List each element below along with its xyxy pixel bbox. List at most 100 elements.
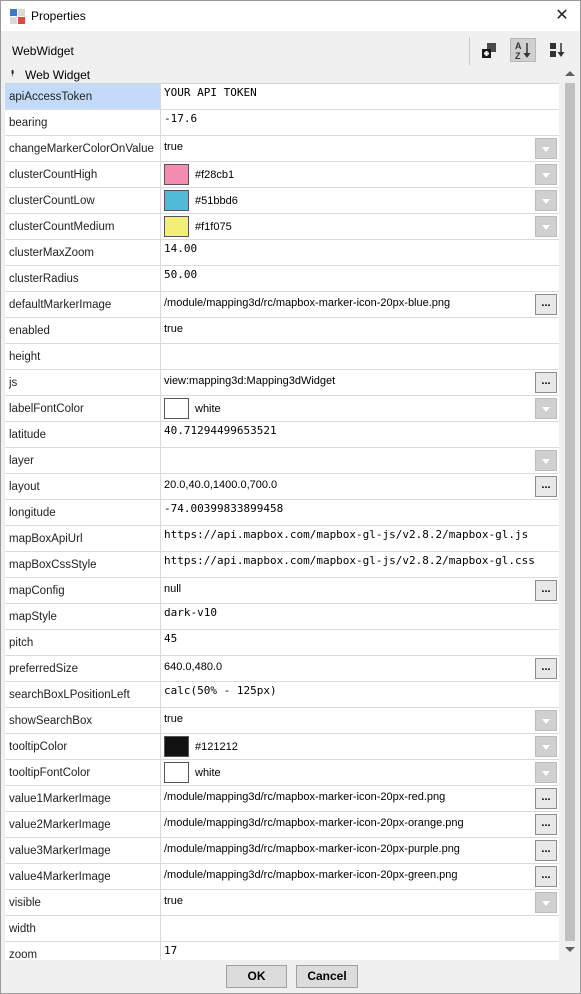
property-value-field[interactable]: /module/mapping3d/rc/mapbox-marker-icon-…	[162, 786, 559, 811]
property-row-js[interactable]: js view:mapping3d:Mapping3dWidget...	[5, 370, 559, 396]
section-header-web-widget[interactable]: ⯭ Web Widget	[1, 67, 563, 83]
property-row-width[interactable]: width	[5, 916, 559, 942]
property-row-apiAccessToken[interactable]: apiAccessToken YOUR API TOKEN	[5, 84, 559, 110]
property-value-field[interactable]: white	[162, 396, 559, 421]
property-value-field[interactable]: /module/mapping3d/rc/mapbox-marker-icon-…	[162, 292, 559, 317]
property-row-tooltipColor[interactable]: tooltipColor #121212	[5, 734, 559, 760]
ok-button[interactable]: OK	[226, 965, 287, 988]
property-row-longitude[interactable]: longitude -74.00399833899458	[5, 500, 559, 526]
property-value-field[interactable]: 40.71294499653521	[162, 422, 559, 447]
color-swatch[interactable]	[164, 762, 189, 783]
property-value-field[interactable]: #f1f075	[162, 214, 559, 239]
property-value-field[interactable]: #51bbd6	[162, 188, 559, 213]
property-value-field[interactable]: null...	[162, 578, 559, 603]
dropdown-arrow-icon[interactable]	[535, 190, 557, 211]
browse-button[interactable]: ...	[535, 814, 557, 835]
property-row-mapConfig[interactable]: mapConfig null...	[5, 578, 559, 604]
property-row-clusterMaxZoom[interactable]: clusterMaxZoom 14.00	[5, 240, 559, 266]
property-row-changeMarkerColorOnValue[interactable]: changeMarkerColorOnValue true	[5, 136, 559, 162]
dropdown-arrow-icon[interactable]	[535, 710, 557, 731]
scroll-down-icon[interactable]	[565, 947, 575, 952]
property-row-mapBoxCssStyle[interactable]: mapBoxCssStyle https://api.mapbox.com/map…	[5, 552, 559, 578]
dropdown-arrow-icon[interactable]	[535, 892, 557, 913]
color-swatch[interactable]	[164, 736, 189, 757]
color-swatch[interactable]	[164, 164, 189, 185]
property-value-field[interactable]: white	[162, 760, 559, 785]
dropdown-arrow-icon[interactable]	[535, 216, 557, 237]
property-row-pitch[interactable]: pitch 45	[5, 630, 559, 656]
property-value-field[interactable]: calc(50% - 125px)	[162, 682, 559, 707]
scroll-up-icon[interactable]	[565, 71, 575, 76]
dropdown-arrow-icon[interactable]	[535, 138, 557, 159]
property-value-field[interactable]: true	[162, 318, 559, 343]
vertical-scrollbar[interactable]	[563, 67, 577, 960]
add-slot-button[interactable]	[477, 38, 503, 62]
dropdown-arrow-icon[interactable]	[535, 762, 557, 783]
property-value-field[interactable]: true	[162, 136, 559, 161]
property-row-layout[interactable]: layout 20.0,40.0,1400.0,700.0...	[5, 474, 559, 500]
browse-button[interactable]: ...	[535, 788, 557, 809]
property-value-field[interactable]: /module/mapping3d/rc/mapbox-marker-icon-…	[162, 838, 559, 863]
browse-button[interactable]: ...	[535, 866, 557, 887]
property-row-enabled[interactable]: enabled true	[5, 318, 559, 344]
property-row-mapBoxApiUrl[interactable]: mapBoxApiUrl https://api.mapbox.com/mapbo…	[5, 526, 559, 552]
property-value-field[interactable]: 50.00	[162, 266, 559, 291]
property-row-value3MarkerImage[interactable]: value3MarkerImage/module/mapping3d/rc/ma…	[5, 838, 559, 864]
property-row-defaultMarkerImage[interactable]: defaultMarkerImage/module/mapping3d/rc/m…	[5, 292, 559, 318]
browse-button[interactable]: ...	[535, 658, 557, 679]
property-value-field[interactable]: -74.00399833899458	[162, 500, 559, 525]
property-row-value1MarkerImage[interactable]: value1MarkerImage/module/mapping3d/rc/ma…	[5, 786, 559, 812]
property-value-field[interactable]: -17.6	[162, 110, 559, 135]
dropdown-arrow-icon[interactable]	[535, 398, 557, 419]
property-row-tooltipFontColor[interactable]: tooltipFontColor white	[5, 760, 559, 786]
property-value-field[interactable]: #121212	[162, 734, 559, 759]
property-value-field[interactable]: #f28cb1	[162, 162, 559, 187]
property-value-field[interactable]: /module/mapping3d/rc/mapbox-marker-icon-…	[162, 812, 559, 837]
property-row-clusterCountHigh[interactable]: clusterCountHigh #f28cb1	[5, 162, 559, 188]
property-value-field[interactable]: 20.0,40.0,1400.0,700.0...	[162, 474, 559, 499]
sort-order-button[interactable]	[544, 38, 570, 62]
browse-button[interactable]: ...	[535, 294, 557, 315]
property-value-field[interactable]: /module/mapping3d/rc/mapbox-marker-icon-…	[162, 864, 559, 889]
property-row-value2MarkerImage[interactable]: value2MarkerImage/module/mapping3d/rc/ma…	[5, 812, 559, 838]
property-row-mapStyle[interactable]: mapStyle dark-v10	[5, 604, 559, 630]
browse-button[interactable]: ...	[535, 580, 557, 601]
property-value-field[interactable]	[162, 448, 559, 473]
scroll-thumb[interactable]	[565, 83, 575, 941]
property-row-layer[interactable]: layer	[5, 448, 559, 474]
property-row-value4MarkerImage[interactable]: value4MarkerImage/module/mapping3d/rc/ma…	[5, 864, 559, 890]
property-row-preferredSize[interactable]: preferredSize 640.0,480.0...	[5, 656, 559, 682]
property-value-field[interactable]: 14.00	[162, 240, 559, 265]
property-value-field[interactable]: 45	[162, 630, 559, 655]
browse-button[interactable]: ...	[535, 372, 557, 393]
property-row-clusterCountLow[interactable]: clusterCountLow #51bbd6	[5, 188, 559, 214]
collapse-icon[interactable]: ⯭	[10, 68, 15, 79]
close-icon[interactable]: ✕	[550, 4, 574, 28]
property-row-clusterCountMedium[interactable]: clusterCountMedium #f1f075	[5, 214, 559, 240]
dropdown-arrow-icon[interactable]	[535, 164, 557, 185]
color-swatch[interactable]	[164, 190, 189, 211]
property-row-latitude[interactable]: latitude 40.71294499653521	[5, 422, 559, 448]
property-row-zoom[interactable]: zoom 17	[5, 942, 559, 960]
property-value-field[interactable]: 17	[162, 942, 559, 960]
property-value-field[interactable]: 640.0,480.0...	[162, 656, 559, 681]
property-row-clusterRadius[interactable]: clusterRadius 50.00	[5, 266, 559, 292]
color-swatch[interactable]	[164, 398, 189, 419]
property-value-field[interactable]: true	[162, 708, 559, 733]
browse-button[interactable]: ...	[535, 840, 557, 861]
property-row-searchBoxLPositionLeft[interactable]: searchBoxLPositionLeft calc(50% - 125px)	[5, 682, 559, 708]
property-row-bearing[interactable]: bearing -17.6	[5, 110, 559, 136]
property-row-labelFontColor[interactable]: labelFontColor white	[5, 396, 559, 422]
dropdown-arrow-icon[interactable]	[535, 736, 557, 757]
property-row-height[interactable]: height	[5, 344, 559, 370]
property-value-field[interactable]: https://api.mapbox.com/mapbox-gl-js/v2.8…	[162, 552, 559, 577]
property-value-field[interactable]: https://api.mapbox.com/mapbox-gl-js/v2.8…	[162, 526, 559, 551]
browse-button[interactable]: ...	[535, 476, 557, 497]
color-swatch[interactable]	[164, 216, 189, 237]
sort-az-button[interactable]: A Z	[510, 38, 536, 62]
dropdown-arrow-icon[interactable]	[535, 450, 557, 471]
property-row-showSearchBox[interactable]: showSearchBox true	[5, 708, 559, 734]
property-row-visible[interactable]: visible true	[5, 890, 559, 916]
cancel-button[interactable]: Cancel	[296, 965, 358, 988]
property-value-field[interactable]: true	[162, 890, 559, 915]
